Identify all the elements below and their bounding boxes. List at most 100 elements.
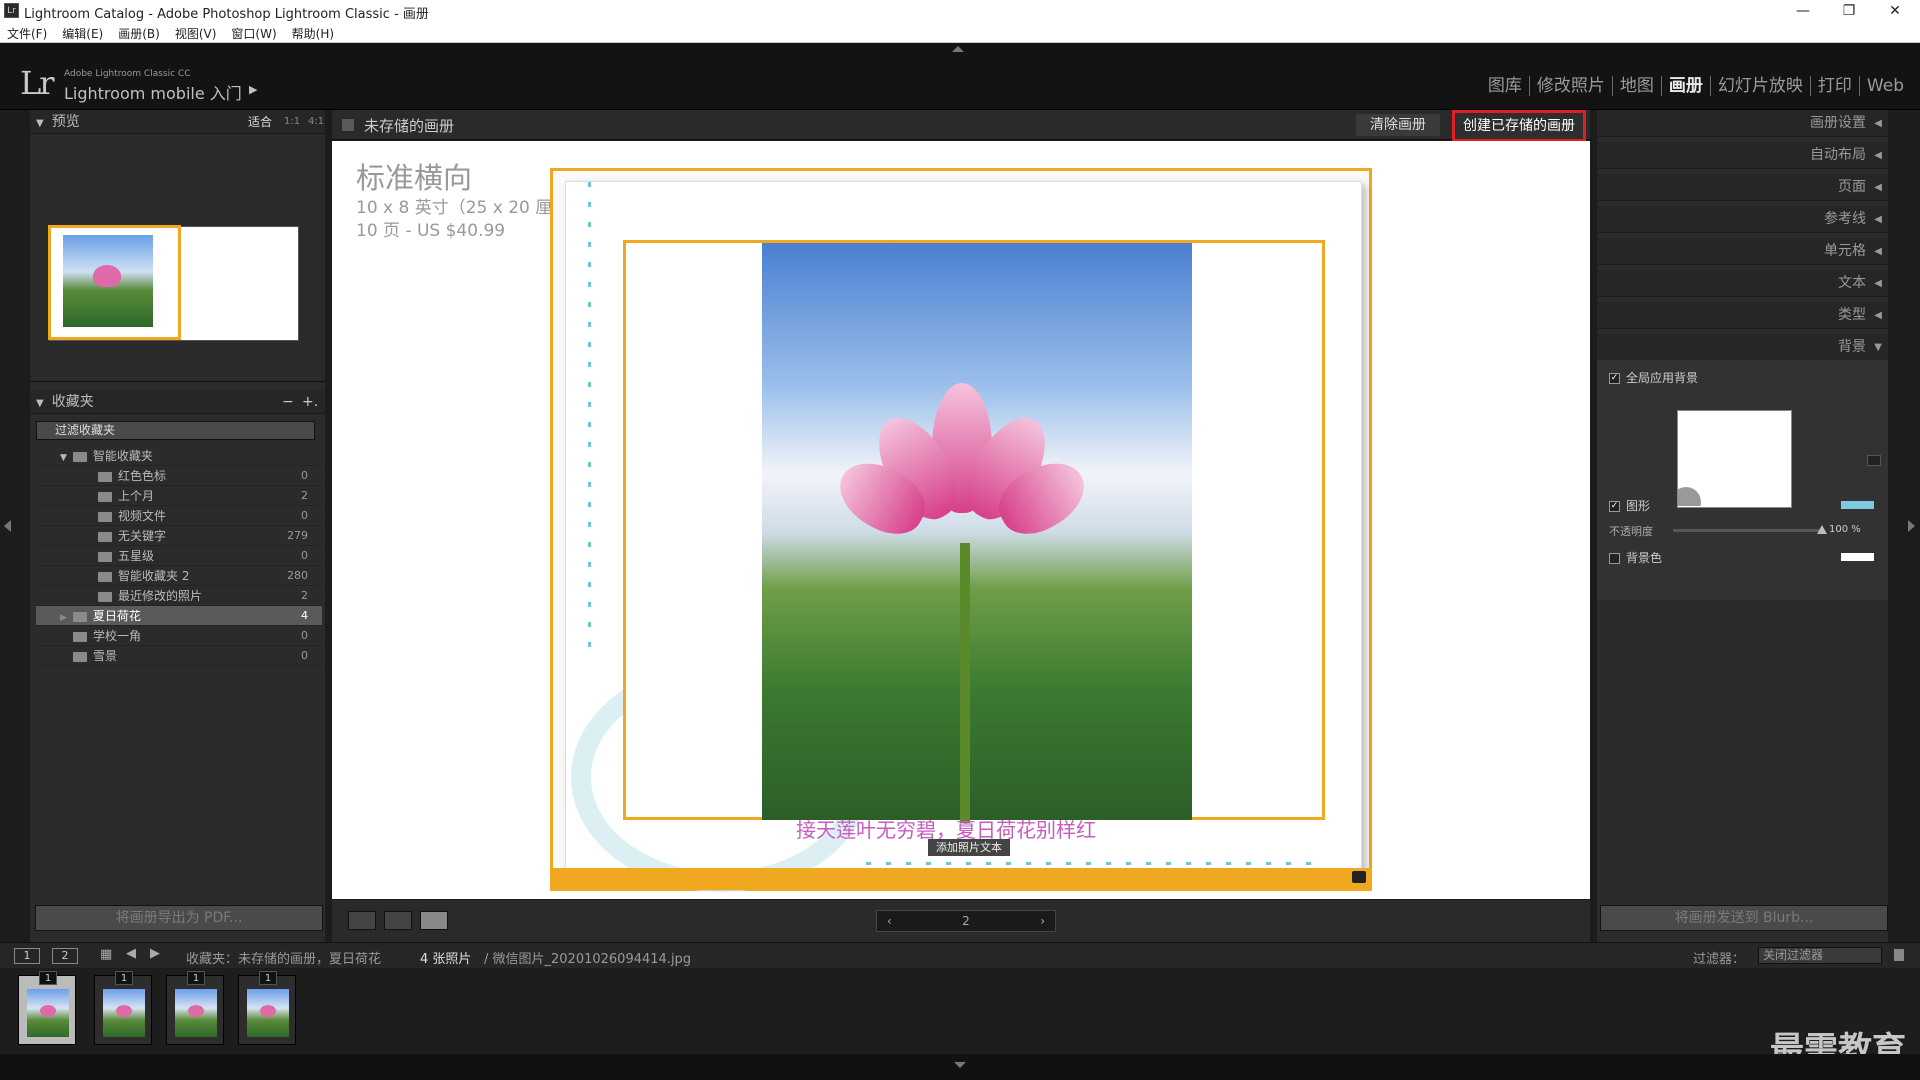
section-label: 文本: [1838, 275, 1866, 291]
tree-label: 上个月: [118, 489, 155, 503]
collections-header[interactable]: ▼ 收藏夹 − +.: [30, 390, 325, 414]
graphic-checkbox[interactable]: ✓ 图形: [1609, 497, 1650, 514]
menu-file[interactable]: 文件(F): [0, 22, 55, 42]
filter-lock-icon[interactable]: [1894, 949, 1904, 961]
section-label: 类型: [1838, 307, 1866, 323]
section-text[interactable]: 文本 ◀: [1597, 270, 1888, 297]
book-workspace: 标准横向 10 x 8 英寸（25 x 20 厘米） 10 页 - US $40…: [332, 141, 1590, 899]
page-menu-icon[interactable]: [1352, 871, 1366, 883]
tree-row[interactable]: 无关键字 279: [36, 526, 322, 546]
global-background-checkbox[interactable]: ✓ 全局应用背景: [1609, 369, 1698, 386]
module-book[interactable]: 画册: [1662, 76, 1711, 96]
section-cell[interactable]: 单元格 ◀: [1597, 238, 1888, 265]
right-panel-toggle-icon[interactable]: [1908, 520, 1915, 532]
graphic-menu-icon[interactable]: [1867, 455, 1881, 466]
section-auto-layout[interactable]: 自动布局 ◀: [1597, 142, 1888, 169]
preview-header[interactable]: ▼ 预览 适合 1:1 4:1: [30, 110, 325, 134]
previous-page-icon[interactable]: ‹: [887, 911, 892, 931]
tree-row[interactable]: ▼ 智能收藏夹: [36, 446, 322, 466]
menu-window[interactable]: 窗口(W): [224, 22, 284, 42]
lotus-photo[interactable]: [762, 243, 1192, 823]
section-page[interactable]: 页面 ◀: [1597, 174, 1888, 201]
secondary-window-button[interactable]: 2: [52, 948, 78, 964]
module-slideshow[interactable]: 幻灯片放映: [1711, 76, 1811, 96]
add-collection-icon[interactable]: +.: [302, 390, 318, 414]
module-develop[interactable]: 修改照片: [1530, 76, 1613, 96]
film-thumbnail[interactable]: 1: [18, 971, 76, 1045]
book-page[interactable]: 接天莲叶无穷碧，夏日荷花别样红 添加照片文本: [565, 181, 1362, 892]
current-filename[interactable]: / 微信图片_20201026094414.jpg: [484, 948, 691, 967]
section-label: 单元格: [1824, 243, 1866, 259]
next-page-icon[interactable]: ›: [1040, 911, 1045, 931]
module-library[interactable]: 图库: [1481, 76, 1530, 96]
collapse-bottom-icon[interactable]: [954, 1062, 966, 1068]
grid-icon[interactable]: ▦: [100, 947, 112, 962]
menu-edit[interactable]: 编辑(E): [55, 22, 111, 42]
tree-row[interactable]: 智能收藏夹 2 280: [36, 566, 322, 586]
module-print[interactable]: 打印: [1811, 76, 1860, 96]
close-button[interactable]: ✕: [1872, 0, 1918, 22]
filter-select[interactable]: 关闭过滤器: [1758, 947, 1882, 964]
module-map[interactable]: 地图: [1613, 76, 1662, 96]
tree-row[interactable]: 红色色标 0: [36, 466, 322, 486]
tree-row[interactable]: 五星级 0: [36, 546, 322, 566]
section-type[interactable]: 类型 ◀: [1597, 302, 1888, 329]
zoom-fit[interactable]: 适合: [248, 110, 272, 134]
filter-label: 过滤器：: [1693, 952, 1746, 967]
zoom-1-1[interactable]: 1:1: [284, 110, 300, 134]
film-thumbnail[interactable]: 1: [166, 971, 224, 1045]
spread-preview[interactable]: [48, 225, 299, 341]
clear-book-button[interactable]: 清除画册: [1356, 114, 1440, 136]
multi-page-view-icon[interactable]: [348, 911, 376, 930]
left-panel-toggle-icon[interactable]: [4, 520, 11, 532]
tree-row[interactable]: 最近修改的照片 2: [36, 586, 322, 606]
tree-row[interactable]: 学校一角 0: [36, 626, 322, 646]
add-photo-text-button[interactable]: 添加照片文本: [928, 839, 1010, 856]
menu-book[interactable]: 画册(B): [111, 22, 168, 42]
menu-help[interactable]: 帮助(H): [285, 22, 342, 42]
maximize-button[interactable]: ❐: [1826, 0, 1872, 22]
usage-badge: 1: [39, 971, 57, 985]
module-web[interactable]: Web: [1860, 76, 1904, 96]
photo-count: 4 张照片: [420, 952, 472, 967]
film-thumbnail[interactable]: 1: [238, 971, 296, 1045]
checkbox-checked-icon: ✓: [1609, 373, 1620, 384]
background-color-swatch[interactable]: [1841, 553, 1874, 561]
primary-window-button[interactable]: 1: [14, 948, 40, 964]
tree-row-selected[interactable]: ▶ 夏日荷花 4: [36, 606, 322, 626]
filmstrip-source[interactable]: 收藏夹：未存储的画册，夏日荷花: [186, 948, 381, 967]
menu-view[interactable]: 视图(V): [168, 22, 225, 42]
single-page-view-icon[interactable]: [420, 911, 448, 930]
triangle-left-icon: ◀: [1874, 310, 1882, 321]
export-pdf-button[interactable]: 将画册导出为 PDF...: [35, 905, 323, 931]
film-thumbnail[interactable]: 1: [94, 971, 152, 1045]
background-graphic-well[interactable]: [1677, 410, 1792, 508]
tree-row[interactable]: 视频文件 0: [36, 506, 322, 526]
zoom-4-1[interactable]: 4:1: [308, 110, 324, 134]
section-background[interactable]: 背景 ▼: [1597, 334, 1888, 361]
bottom-panel-bar: [0, 1054, 1920, 1080]
tree-row[interactable]: 上个月 2: [36, 486, 322, 506]
collapse-top-icon[interactable]: [952, 46, 964, 52]
minimize-button[interactable]: —: [1780, 0, 1826, 22]
send-to-blurb-button[interactable]: 将画册发送到 Blurb...: [1600, 905, 1888, 931]
play-icon[interactable]: ▶: [249, 83, 257, 96]
create-saved-book-button[interactable]: 创建已存储的画册: [1452, 110, 1586, 142]
identity-plate[interactable]: Lightroom mobile 入门: [64, 80, 242, 104]
photo-cell[interactable]: [623, 240, 1325, 823]
forward-arrow-icon[interactable]: ▶: [150, 946, 160, 961]
triangle-left-icon: ◀: [1874, 278, 1882, 289]
graphic-color-swatch[interactable]: [1841, 501, 1874, 509]
collection-filter-input[interactable]: 过滤收藏夹: [36, 421, 315, 440]
spread-view-icon[interactable]: [384, 911, 412, 930]
opacity-slider[interactable]: [1673, 525, 1827, 534]
background-color-checkbox[interactable]: 背景色: [1609, 549, 1662, 566]
section-book-settings[interactable]: 画册设置 ◀: [1597, 110, 1888, 137]
slider-knob[interactable]: [1817, 525, 1827, 534]
tree-row[interactable]: 雪景 0: [36, 646, 322, 666]
page-frame[interactable]: 接天莲叶无穷碧，夏日荷花别样红 添加照片文本: [550, 168, 1372, 892]
back-arrow-icon[interactable]: ◀: [126, 946, 136, 961]
section-guides[interactable]: 参考线 ◀: [1597, 206, 1888, 233]
opacity-value[interactable]: 100 %: [1829, 524, 1861, 535]
remove-collection-icon[interactable]: −: [282, 390, 294, 414]
